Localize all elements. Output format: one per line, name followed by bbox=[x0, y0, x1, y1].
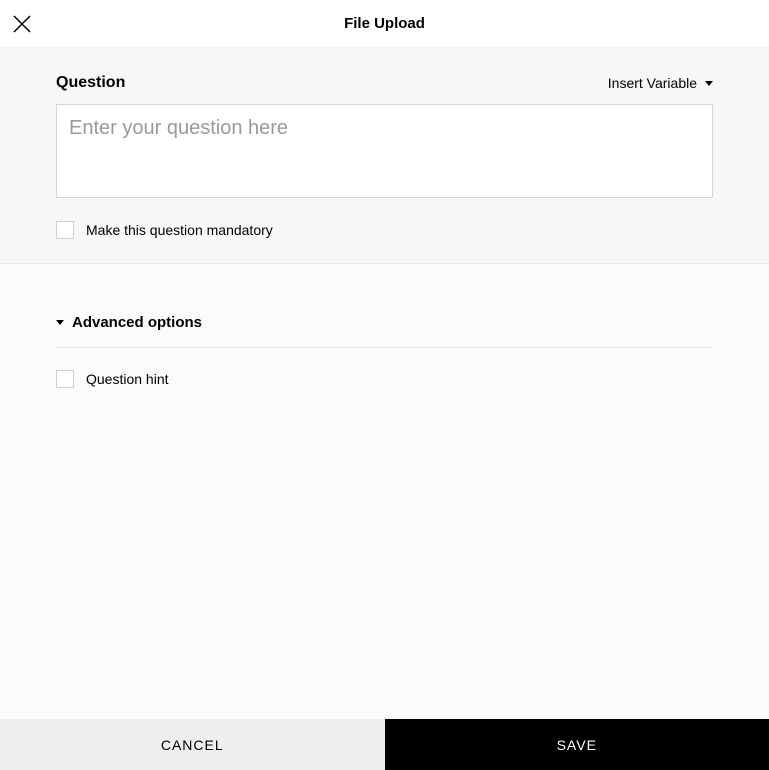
insert-variable-dropdown[interactable]: Insert Variable bbox=[608, 75, 713, 91]
mandatory-label: Make this question mandatory bbox=[86, 222, 273, 238]
save-button[interactable]: SAVE bbox=[385, 719, 769, 770]
mandatory-row: Make this question mandatory bbox=[56, 221, 713, 239]
modal-title: File Upload bbox=[0, 15, 769, 32]
close-button[interactable] bbox=[10, 12, 34, 36]
chevron-down-icon bbox=[56, 320, 64, 325]
advanced-body: Question hint bbox=[56, 370, 713, 388]
mandatory-checkbox[interactable] bbox=[56, 221, 74, 239]
question-hint-checkbox[interactable] bbox=[56, 370, 74, 388]
question-hint-label: Question hint bbox=[86, 371, 169, 387]
advanced-section: Advanced options Question hint bbox=[0, 264, 769, 412]
advanced-options-toggle[interactable]: Advanced options bbox=[56, 314, 713, 348]
question-header-row: Question Insert Variable bbox=[56, 74, 713, 92]
modal-header: File Upload bbox=[0, 0, 769, 48]
question-input[interactable] bbox=[56, 104, 713, 198]
advanced-options-label: Advanced options bbox=[72, 314, 202, 331]
question-section: Question Insert Variable Make this quest… bbox=[0, 48, 769, 264]
cancel-button[interactable]: CANCEL bbox=[0, 719, 385, 770]
question-hint-row: Question hint bbox=[56, 370, 713, 388]
question-label: Question bbox=[56, 74, 125, 92]
close-icon bbox=[13, 15, 31, 33]
insert-variable-label: Insert Variable bbox=[608, 75, 697, 91]
footer: CANCEL SAVE bbox=[0, 719, 769, 770]
spacer bbox=[0, 412, 769, 719]
chevron-down-icon bbox=[705, 81, 713, 86]
